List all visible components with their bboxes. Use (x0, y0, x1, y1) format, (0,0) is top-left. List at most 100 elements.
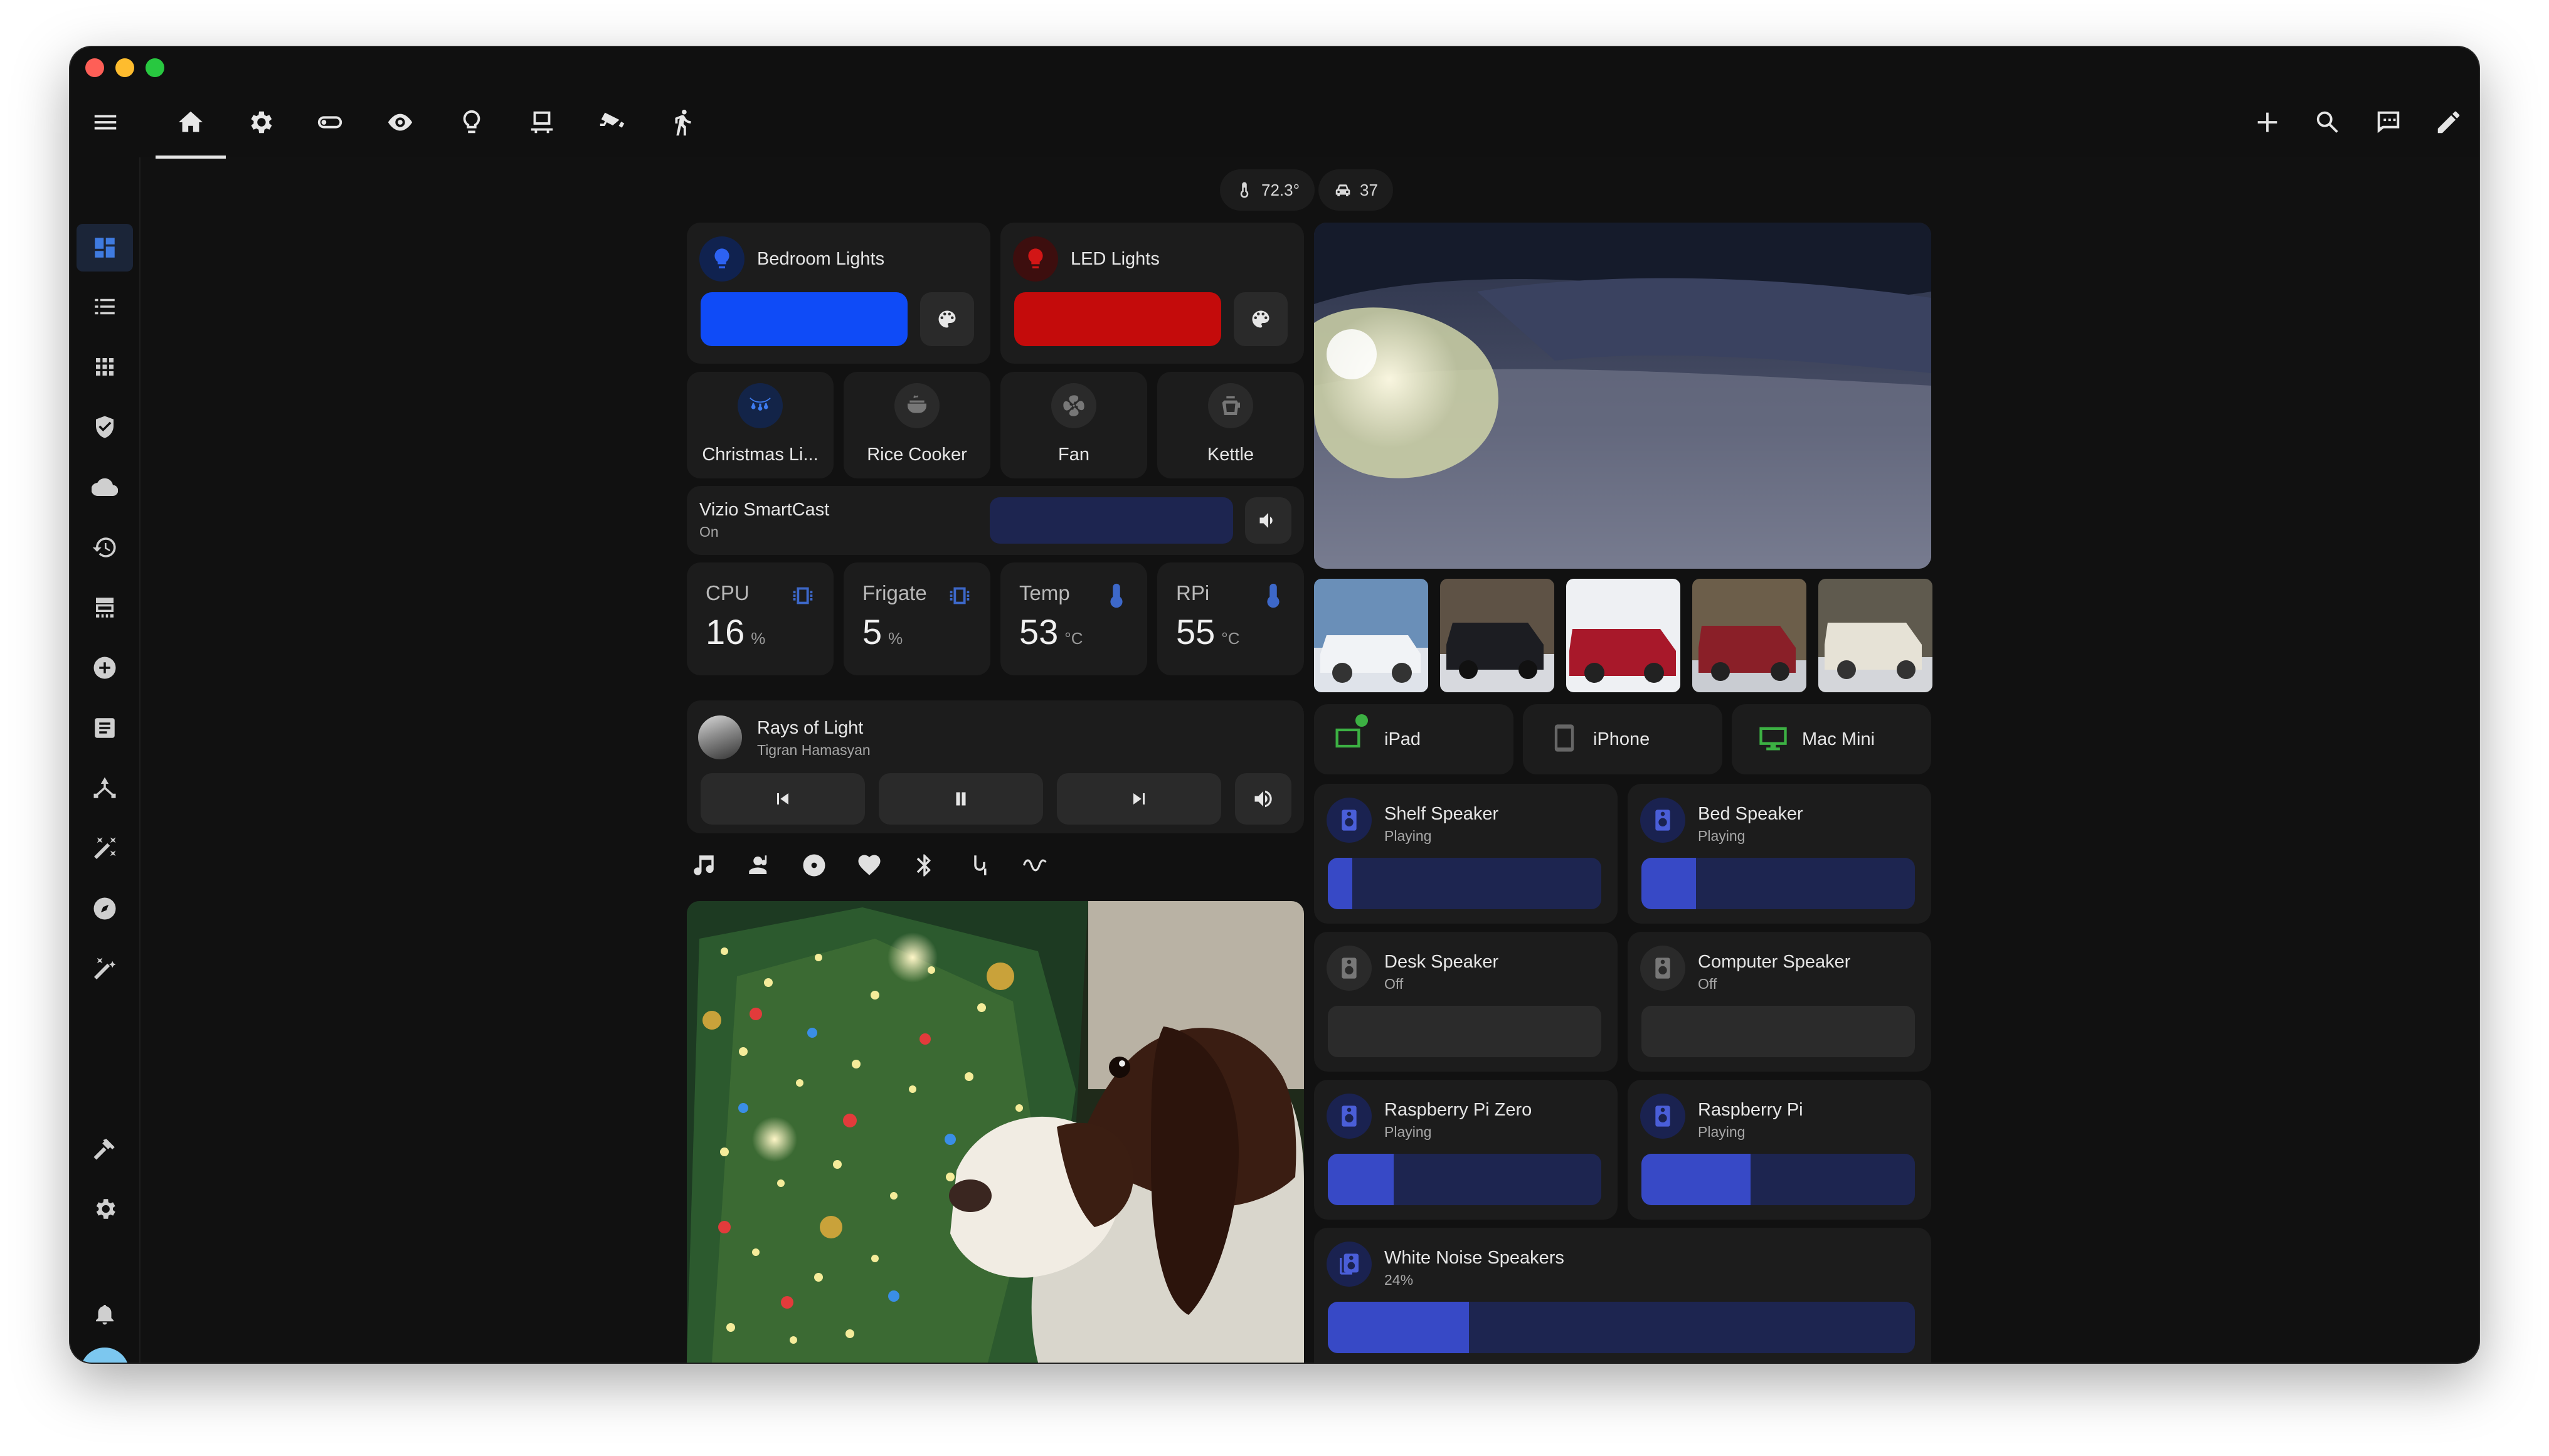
switch-tile[interactable]: Kettle (1157, 372, 1304, 478)
switch-tile[interactable]: Christmas Li... (687, 372, 834, 478)
speaker-group-card[interactable]: White Noise Speakers 24% (1314, 1228, 1931, 1363)
speaker-volume-slider[interactable] (1328, 1302, 1915, 1353)
sidebar-item-logbook[interactable] (87, 710, 122, 746)
sidebar-item-cloud[interactable] (87, 470, 122, 505)
speaker-card[interactable]: Desk Speaker Off (1314, 932, 1618, 1072)
cars-chip[interactable]: 37 (1318, 169, 1393, 211)
tv-volume-slider[interactable] (990, 497, 1233, 544)
sidebar-item-scripts[interactable] (87, 951, 122, 986)
window-controls (85, 58, 164, 77)
sidebar-item-automations[interactable] (87, 831, 122, 866)
sidebar-item-explore[interactable] (87, 891, 122, 926)
previous-track-button[interactable] (701, 773, 865, 825)
bedroom-lights-card[interactable]: Bedroom Lights (687, 223, 990, 364)
menu-icon[interactable] (88, 105, 123, 140)
edit-dashboard-button[interactable] (2431, 105, 2466, 140)
brightness-slider[interactable] (701, 292, 908, 346)
media-volume-button[interactable] (1235, 773, 1291, 825)
speaker-volume-slider[interactable] (1641, 858, 1915, 909)
sidebar-item-overview[interactable] (77, 224, 133, 272)
toggle-icon (317, 116, 342, 129)
device-card[interactable]: iPad (1314, 704, 1513, 774)
sidebar-item-settings[interactable] (87, 1191, 122, 1227)
disc-icon[interactable] (801, 852, 827, 878)
sidebar-item-addons[interactable] (87, 650, 122, 685)
sidebar-item-notifications[interactable] (87, 1296, 122, 1331)
sensor-card[interactable]: CPU 16% (687, 562, 834, 675)
switch-tile[interactable]: Rice Cooker (844, 372, 990, 478)
led-lights-icon-wrap[interactable] (1013, 236, 1058, 282)
heart-icon[interactable] (856, 852, 882, 878)
zoom-window-button[interactable] (146, 58, 164, 77)
media-shortcuts (687, 848, 1138, 884)
speaker-card[interactable]: Computer Speaker Off (1628, 932, 1931, 1072)
sensor-value-wrap: 5% (862, 611, 903, 652)
sensor-card[interactable]: Frigate 5% (844, 562, 990, 675)
account-music-icon[interactable] (746, 852, 772, 878)
brightness-slider[interactable] (1014, 292, 1221, 346)
sidebar-item-list[interactable] (87, 289, 122, 324)
speaker-volume-slider[interactable] (1641, 1006, 1915, 1057)
avatar[interactable]: C (80, 1348, 129, 1363)
speaker-card[interactable]: Raspberry Pi Zero Playing (1314, 1080, 1618, 1220)
app-window: C 72.3° 37 Bedroom Lights LED Lights (70, 47, 2479, 1363)
led-lights-card[interactable]: LED Lights (1000, 223, 1304, 364)
speaker-card[interactable]: Raspberry Pi Playing (1628, 1080, 1931, 1220)
camera-snapshot-thumbnail[interactable] (1440, 579, 1554, 692)
sidebar-item-history[interactable] (87, 530, 122, 565)
tv-card[interactable]: Vizio SmartCast On (687, 486, 1304, 555)
sensor-card[interactable]: Temp 53 °C (1000, 562, 1147, 675)
tab-desk[interactable] (524, 105, 559, 140)
wave-icon[interactable] (1022, 852, 1048, 878)
tab-lights[interactable] (454, 105, 489, 140)
compass-icon (93, 897, 116, 920)
device-card[interactable]: iPhone (1523, 704, 1722, 774)
switch-tile[interactable]: Fan (1000, 372, 1147, 478)
sidebar-item-hacs[interactable] (87, 590, 122, 625)
color-button[interactable] (1234, 292, 1288, 346)
volume-fill (1328, 1302, 1469, 1353)
media-player-card[interactable]: Rays of Light Tigran Hamasyan (687, 700, 1304, 833)
camera-snapshot-thumbnail[interactable] (1314, 579, 1428, 692)
speaker-card[interactable]: Bed Speaker Playing (1628, 784, 1931, 924)
photo-card[interactable] (687, 901, 1304, 1363)
device-card[interactable]: Mac Mini (1732, 704, 1931, 774)
minimize-window-button[interactable] (115, 58, 134, 77)
search-button[interactable] (2310, 105, 2345, 140)
tab-settings[interactable] (243, 105, 278, 140)
bluetooth-icon[interactable] (911, 852, 938, 878)
tab-cameras[interactable] (595, 105, 630, 140)
sidebar-item-developer-tools[interactable] (87, 1131, 122, 1166)
speaker-volume-slider[interactable] (1641, 1154, 1915, 1205)
pause-button[interactable] (879, 773, 1043, 825)
speaker-volume-slider[interactable] (1328, 1006, 1601, 1057)
tab-home[interactable] (173, 105, 208, 140)
headphones-icon[interactable] (967, 852, 993, 878)
add-button[interactable] (2250, 105, 2285, 140)
speaker-name: Raspberry Pi Zero (1384, 1100, 1532, 1120)
sidebar-item-security[interactable] (87, 409, 122, 445)
bedroom-lights-icon-wrap[interactable] (699, 236, 745, 282)
tab-overview[interactable] (383, 105, 418, 140)
music-note-icon[interactable] (691, 852, 717, 878)
camera-snapshot-thumbnail[interactable] (1818, 579, 1932, 692)
sensor-card[interactable]: RPi 55 °C (1157, 562, 1304, 675)
camera-snapshot-thumbnail[interactable] (1692, 579, 1806, 692)
assist-button[interactable] (2371, 105, 2406, 140)
speaker-card[interactable]: Shelf Speaker Playing (1314, 784, 1618, 924)
sidebar-item-network[interactable] (87, 771, 122, 806)
tab-toggles[interactable] (312, 105, 347, 140)
speaker-volume-slider[interactable] (1328, 1154, 1601, 1205)
sidebar-item-apps[interactable] (87, 349, 122, 384)
speaker-state: 24% (1384, 1272, 1414, 1288)
car-snapshot-image (1818, 579, 1932, 692)
speaker-volume-slider[interactable] (1328, 858, 1601, 909)
temperature-chip[interactable]: 72.3° (1220, 169, 1315, 211)
tab-motion[interactable] (665, 105, 700, 140)
camera-snapshot-thumbnail[interactable] (1566, 579, 1680, 692)
camera-feed[interactable] (1314, 223, 1931, 569)
close-window-button[interactable] (85, 58, 104, 77)
color-button[interactable] (920, 292, 974, 346)
next-track-button[interactable] (1057, 773, 1221, 825)
tv-mute-button[interactable] (1245, 497, 1291, 544)
